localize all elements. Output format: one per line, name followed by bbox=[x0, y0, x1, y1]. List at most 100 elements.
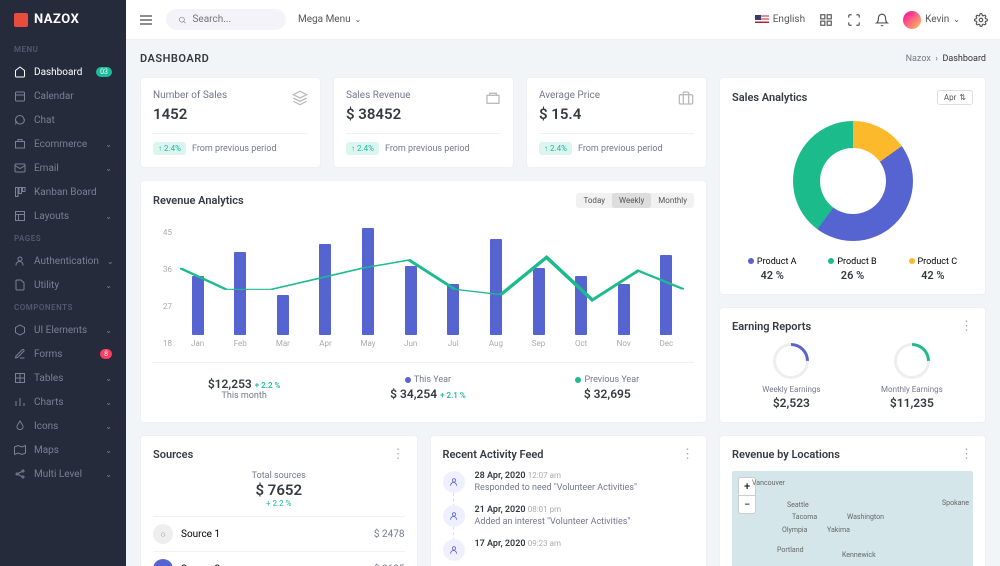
sidebar-item-kanban[interactable]: Kanban Board bbox=[0, 180, 126, 204]
droplet-icon bbox=[14, 420, 26, 432]
dot-icon bbox=[909, 258, 915, 264]
more-icon[interactable]: ⋮ bbox=[960, 448, 973, 461]
file-icon bbox=[14, 279, 26, 291]
page-title: DASHBOARD bbox=[140, 52, 209, 65]
search-icon bbox=[178, 15, 186, 25]
fullscreen-icon[interactable] bbox=[847, 13, 861, 27]
sales-analytics-card: Sales Analytics Apr⇅ Product A42 % Produ… bbox=[719, 77, 986, 295]
mega-menu-button[interactable]: Mega Menu ⌄ bbox=[298, 14, 361, 25]
chevron-down-icon: ⌄ bbox=[105, 398, 112, 407]
revenue-analytics-card: Revenue Analytics Today Weekly Monthly 4… bbox=[140, 180, 707, 423]
map[interactable]: + − VancouverSeattleTacomaOlympiaPortlan… bbox=[732, 471, 973, 566]
sidebar-item-auth[interactable]: Authentication⌄ bbox=[0, 249, 126, 273]
menu-section-title: MENU bbox=[0, 39, 126, 60]
map-icon bbox=[14, 444, 26, 456]
activity-icon bbox=[443, 471, 465, 493]
sidebar-item-layouts[interactable]: Layouts⌄ bbox=[0, 204, 126, 228]
badge: 8 bbox=[100, 349, 112, 359]
store-icon bbox=[14, 138, 26, 150]
search-box[interactable] bbox=[166, 9, 286, 30]
logo-mark-icon bbox=[14, 13, 28, 27]
apps-icon[interactable] bbox=[819, 13, 833, 27]
menu-toggle-icon[interactable] bbox=[138, 12, 154, 28]
avatar bbox=[903, 11, 921, 29]
brand-text: NAZOX bbox=[34, 12, 79, 27]
home-icon bbox=[14, 66, 26, 78]
components-section-title: COMPONENTS bbox=[0, 297, 126, 318]
feed-item: 17 Apr, 2020 09:23 am bbox=[443, 539, 695, 561]
toggle-monthly[interactable]: Monthly bbox=[651, 193, 694, 208]
chevron-down-icon: ⌄ bbox=[105, 326, 112, 335]
stat-card-price: Average Price $ 15.4 ↑ 2.4%From previous… bbox=[526, 77, 707, 168]
badge: 03 bbox=[96, 67, 112, 77]
chevron-down-icon: ⌄ bbox=[105, 212, 112, 221]
chevron-down-icon: ⌄ bbox=[105, 470, 112, 479]
chart-bars: JanFebMarAprMayJunJulAugSepOctNovDec bbox=[180, 228, 684, 348]
sidebar-item-calendar[interactable]: Calendar bbox=[0, 84, 126, 108]
sidebar-item-maps[interactable]: Maps⌄ bbox=[0, 438, 126, 462]
sidebar-item-dashboard[interactable]: Dashboard 03 bbox=[0, 60, 126, 84]
sidebar-item-ui[interactable]: UI Elements⌄ bbox=[0, 318, 126, 342]
topbar: Mega Menu ⌄ English Kevin ⌄ bbox=[126, 0, 1000, 40]
feed-item: 21 Apr, 2020 08:01 pmAdded an interest "… bbox=[443, 505, 695, 527]
pages-section-title: PAGES bbox=[0, 228, 126, 249]
revenue-locations-card: Revenue by Locations ⋮ + − VancouverSeat… bbox=[719, 435, 986, 566]
source-icon: ◌ bbox=[153, 524, 173, 544]
dot-icon bbox=[405, 377, 411, 383]
sidebar-item-ecommerce[interactable]: Ecommerce⌄ bbox=[0, 132, 126, 156]
user-icon bbox=[14, 255, 26, 267]
logo[interactable]: NAZOX bbox=[0, 0, 126, 39]
edit-icon bbox=[14, 348, 26, 360]
stat-card-sales: Number of Sales 1452 ↑ 2.4%From previous… bbox=[140, 77, 321, 168]
chevron-down-icon: ⌄ bbox=[105, 281, 112, 290]
more-icon[interactable]: ⋮ bbox=[960, 320, 973, 333]
chevron-down-icon: ⌄ bbox=[355, 15, 362, 24]
sort-icon: ⇅ bbox=[959, 93, 966, 102]
sidebar: NAZOX MENU Dashboard 03 Calendar Chat Ec… bbox=[0, 0, 126, 566]
donut-chart bbox=[793, 121, 913, 241]
layers-icon bbox=[292, 90, 308, 106]
sources-card: Sources ⋮ Total sources $ 7652 + 2.2 % ◌… bbox=[140, 435, 418, 566]
period-selector[interactable]: Apr⇅ bbox=[937, 90, 973, 105]
chart-icon bbox=[14, 396, 26, 408]
sidebar-item-charts[interactable]: Charts⌄ bbox=[0, 390, 126, 414]
user-menu[interactable]: Kevin ⌄ bbox=[903, 11, 960, 29]
chat-icon bbox=[14, 114, 26, 126]
flag-icon bbox=[755, 15, 769, 24]
sidebar-item-forms[interactable]: Forms 8 bbox=[0, 342, 126, 366]
sidebar-item-icons[interactable]: Icons⌄ bbox=[0, 414, 126, 438]
toggle-today[interactable]: Today bbox=[576, 193, 612, 208]
sidebar-item-utility[interactable]: Utility⌄ bbox=[0, 273, 126, 297]
sidebar-item-tables[interactable]: Tables⌄ bbox=[0, 366, 126, 390]
share-icon bbox=[14, 468, 26, 480]
chevron-down-icon: ⌄ bbox=[953, 15, 960, 24]
chevron-down-icon: ⌄ bbox=[105, 374, 112, 383]
zoom-out-button[interactable]: − bbox=[739, 496, 755, 513]
sidebar-item-email[interactable]: Email⌄ bbox=[0, 156, 126, 180]
more-icon[interactable]: ⋮ bbox=[681, 448, 694, 461]
more-icon[interactable]: ⋮ bbox=[392, 448, 405, 461]
chevron-down-icon: ⌄ bbox=[105, 422, 112, 431]
chevron-down-icon: ⌄ bbox=[105, 446, 112, 455]
source-icon: ● bbox=[153, 559, 173, 566]
activity-feed-card: Recent Activity Feed ⋮ 28 Apr, 2020 12:0… bbox=[430, 435, 708, 566]
search-input[interactable] bbox=[192, 14, 274, 25]
source-row: ●Source 2$ 2625 bbox=[153, 551, 405, 566]
package-icon bbox=[14, 324, 26, 336]
sidebar-item-multilevel[interactable]: Multi Level⌄ bbox=[0, 462, 126, 486]
y-axis: 45362718 bbox=[163, 228, 172, 348]
progress-ring-icon bbox=[766, 336, 817, 387]
chevron-down-icon: ⌄ bbox=[105, 140, 112, 149]
language-selector[interactable]: English bbox=[755, 14, 805, 25]
table-icon bbox=[14, 372, 26, 384]
toggle-weekly[interactable]: Weekly bbox=[612, 193, 651, 208]
layout-icon bbox=[14, 210, 26, 222]
bell-icon[interactable] bbox=[875, 13, 889, 27]
activity-icon bbox=[443, 539, 465, 561]
sidebar-item-chat[interactable]: Chat bbox=[0, 108, 126, 132]
gear-icon[interactable] bbox=[974, 13, 988, 27]
dot-icon bbox=[575, 377, 581, 383]
store-icon bbox=[485, 90, 501, 106]
period-toggle: Today Weekly Monthly bbox=[576, 193, 694, 208]
activity-icon bbox=[443, 505, 465, 527]
